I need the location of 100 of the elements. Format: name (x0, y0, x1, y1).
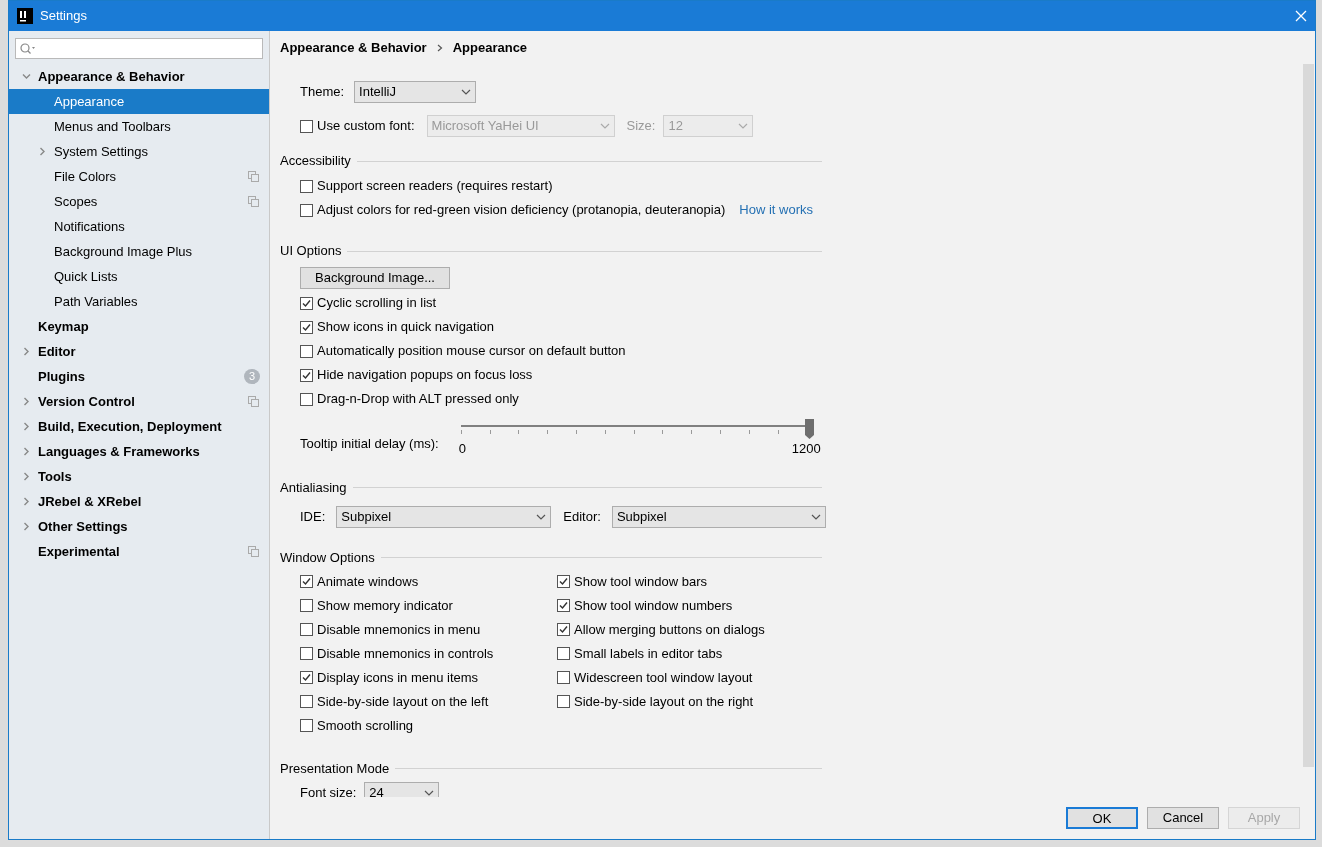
checkbox[interactable] (300, 344, 313, 358)
tree-item[interactable]: System Settings (9, 139, 269, 164)
checkbox[interactable] (557, 599, 570, 612)
theme-dropdown[interactable]: IntelliJ (354, 81, 477, 103)
checkbox-label: Cyclic scrolling in list (317, 294, 437, 313)
checkbox-label: Hide navigation popups on focus loss (317, 366, 533, 385)
chevron-down-icon[interactable] (22, 72, 31, 81)
checkbox[interactable] (300, 575, 313, 588)
editor-dropdown[interactable]: Subpixel (611, 505, 826, 528)
tree-item[interactable]: Other Settings (9, 514, 269, 539)
chevron-right-icon[interactable] (22, 422, 31, 431)
font-size-dropdown[interactable]: 24 (364, 781, 440, 797)
tree-item[interactable]: Appearance (9, 89, 269, 114)
checkbox[interactable] (557, 695, 570, 708)
tree-item[interactable]: Notifications (9, 214, 269, 239)
theme-label: Theme: (300, 83, 345, 102)
chevron-right-icon[interactable] (22, 397, 31, 406)
tree-item[interactable]: Scopes (9, 189, 269, 214)
tree-item[interactable]: JRebel & XRebel (9, 489, 269, 514)
chevron-right-icon[interactable] (38, 147, 47, 156)
tree-item[interactable]: Plugins 3 (9, 364, 269, 389)
tree-item[interactable]: Build, Execution, Deployment (9, 414, 269, 439)
caret-icon (461, 89, 472, 95)
chevron-right-icon[interactable] (22, 497, 31, 506)
tree-item[interactable]: Experimental (9, 539, 269, 564)
breadcrumb-item[interactable]: Appearance & Behavior (280, 38, 427, 58)
checkbox[interactable] (557, 671, 570, 684)
checkbox[interactable] (557, 623, 570, 636)
section-title: UI Options (280, 242, 342, 261)
section-title: Accessibility (280, 152, 351, 171)
chevron-right-icon[interactable] (22, 522, 31, 531)
checkbox-label: Show icons in quick navigation (317, 318, 495, 337)
tree-item[interactable]: Editor (9, 339, 269, 364)
checkbox[interactable] (300, 599, 313, 612)
checkbox-label: Show tool window bars (574, 572, 707, 591)
section-title: Window Options (280, 548, 375, 567)
caret-icon (738, 123, 749, 129)
cancel-button[interactable]: Cancel (1147, 807, 1219, 829)
breadcrumb-item[interactable]: Appearance (452, 38, 528, 58)
checkbox-label: Allow merging buttons on dialogs (574, 620, 765, 639)
checkbox[interactable] (300, 179, 313, 193)
slider-max-label: 1200 (791, 440, 821, 458)
checkbox-label: Animate windows (317, 572, 419, 591)
checkbox-label: Support screen readers (requires restart) (317, 177, 553, 196)
ok-button[interactable]: OK (1066, 807, 1138, 829)
tooltip-delay-label: Tooltip initial delay (ms): (300, 435, 439, 453)
ide-dropdown[interactable]: Subpixel (336, 505, 552, 528)
app-icon (17, 8, 33, 24)
how-it-works-link[interactable]: How it works (739, 200, 813, 220)
caret-icon (536, 513, 547, 520)
chevron-right-icon[interactable] (22, 447, 31, 456)
tree-item[interactable]: Tools (9, 464, 269, 489)
chevron-right-icon[interactable] (22, 347, 31, 356)
search-icon (20, 42, 36, 55)
checkbox[interactable] (300, 719, 313, 732)
checkbox[interactable] (557, 647, 570, 660)
checkbox[interactable] (557, 575, 570, 588)
checkbox-label: Display icons in menu items (317, 668, 479, 687)
checkbox[interactable] (300, 647, 313, 660)
checkbox-label: Disable mnemonics in menu (317, 620, 481, 639)
tree-item[interactable]: Quick Lists (9, 264, 269, 289)
caret-icon (424, 789, 435, 796)
checkbox[interactable] (300, 392, 313, 406)
checkbox-label: Small labels in editor tabs (574, 644, 723, 663)
checkbox-label: Automatically position mouse cursor on default button (317, 342, 626, 361)
scrollbar[interactable] (1303, 64, 1314, 767)
tree-item[interactable]: File Colors (9, 164, 269, 189)
font-size-label: Font size: (300, 783, 357, 797)
tree-item[interactable]: Keymap (9, 314, 269, 339)
checkbox-label: Widescreen tool window layout (574, 668, 753, 687)
tree-item[interactable]: Languages & Frameworks (9, 439, 269, 464)
tree-item[interactable]: Background Image Plus (9, 239, 269, 264)
tree-item[interactable]: Path Variables (9, 289, 269, 314)
size-label: Size: (626, 117, 656, 136)
caret-icon (810, 513, 821, 520)
slider-min-label: 0 (458, 440, 466, 458)
tree-item[interactable]: Menus and Toolbars (9, 114, 269, 139)
window-title: Settings (40, 7, 87, 26)
checkbox[interactable] (300, 296, 313, 310)
checkbox-label: Disable mnemonics in controls (317, 644, 494, 663)
tree-item[interactable]: Appearance & Behavior (9, 64, 269, 89)
checkbox-label: Show memory indicator (317, 596, 453, 615)
slider-thumb[interactable] (804, 419, 814, 439)
checkbox[interactable] (300, 368, 313, 382)
checkbox-label: Drag-n-Drop with ALT pressed only (317, 390, 519, 409)
checkbox[interactable] (300, 695, 313, 708)
close-icon[interactable] (1295, 10, 1307, 22)
background-image-button[interactable]: Background Image... (300, 267, 450, 289)
checkbox[interactable] (300, 623, 313, 636)
chevron-right-icon[interactable] (22, 472, 31, 481)
checkbox[interactable] (300, 203, 313, 217)
checkbox-label: Side-by-side layout on the right (574, 692, 754, 711)
checkbox-label: Adjust colors for red-green vision deficiency (protanopia, deuteranopia) (317, 201, 726, 220)
caret-icon (599, 123, 610, 129)
checkbox-label: Show tool window numbers (574, 596, 733, 615)
tree-item[interactable]: Version Control (9, 389, 269, 414)
search-field[interactable] (15, 38, 263, 59)
ide-label: IDE: (300, 507, 326, 526)
checkbox[interactable] (300, 671, 313, 684)
checkbox[interactable] (300, 320, 313, 334)
